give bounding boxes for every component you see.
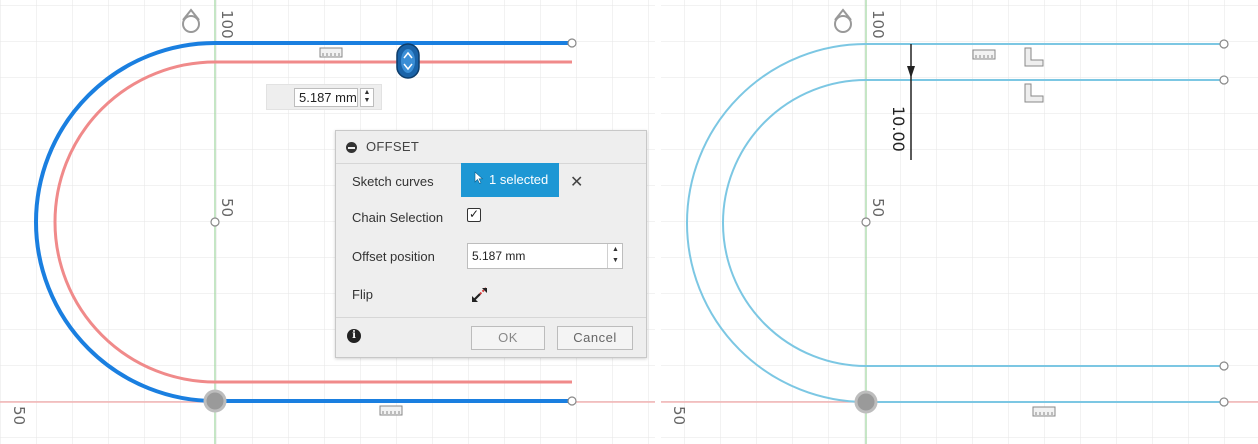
endpoint[interactable] [1219, 361, 1229, 371]
dimension-value[interactable]: 10.00 [889, 106, 908, 152]
sketch-curves-label: Sketch curves [352, 174, 434, 189]
axis-label-50: 50 [218, 198, 236, 217]
axis-label-50-x: 50 [670, 406, 688, 425]
axis-label-50-x: 50 [10, 406, 28, 425]
horizontal-constraint-icon [972, 49, 996, 60]
horizontal-constraint-icon [379, 405, 403, 416]
ok-button[interactable]: OK [471, 326, 545, 350]
axis-label-100: 100 [869, 10, 887, 39]
collapse-icon[interactable] [346, 142, 357, 153]
dialog-title: OFFSET [366, 139, 420, 154]
axis-label-50: 50 [869, 198, 887, 217]
axis-label-100: 100 [218, 10, 236, 39]
offset-position-stepper[interactable]: ▲ ▼ [607, 244, 623, 268]
horizontal-constraint-icon [1032, 406, 1056, 417]
endpoint[interactable] [1219, 397, 1229, 407]
dialog-footer: i OK Cancel [336, 317, 646, 358]
flip-icon[interactable] [471, 287, 489, 303]
inline-offset-input[interactable]: 5.187 mm [294, 88, 358, 107]
offset-dialog: OFFSET Sketch curves 1 selected ✕ Chain … [335, 130, 647, 358]
chain-selection-checkbox[interactable]: ✓ [467, 208, 481, 222]
selected-count: 1 selected [489, 172, 549, 187]
origin-point[interactable] [854, 390, 878, 414]
endpoint-top[interactable] [567, 38, 577, 48]
endpoint[interactable] [1219, 39, 1229, 49]
inline-offset-stepper[interactable]: ▲ ▼ [360, 88, 374, 107]
offset-drag-handle[interactable] [396, 43, 420, 79]
flip-label: Flip [352, 287, 373, 302]
center-point[interactable] [861, 217, 871, 227]
origin-point[interactable] [203, 389, 227, 413]
endpoint[interactable] [1219, 75, 1229, 85]
cancel-button[interactable]: Cancel [557, 326, 633, 350]
chain-selection-label: Chain Selection [352, 210, 444, 225]
right-viewport[interactable]: 10.00 100 50 50 [661, 0, 1258, 444]
offset-position-input[interactable]: 5.187 mm [467, 243, 623, 269]
horizontal-constraint-icon [319, 47, 343, 58]
sketch-curves-select-button[interactable]: 1 selected [461, 163, 559, 197]
endpoint-bottom[interactable] [567, 396, 577, 406]
close-icon[interactable]: ✕ [570, 172, 583, 192]
center-point[interactable] [210, 217, 220, 227]
dialog-header: OFFSET [336, 131, 646, 164]
offset-position-label: Offset position [352, 249, 435, 264]
cursor-icon [474, 171, 484, 184]
info-icon[interactable]: i [347, 329, 361, 343]
